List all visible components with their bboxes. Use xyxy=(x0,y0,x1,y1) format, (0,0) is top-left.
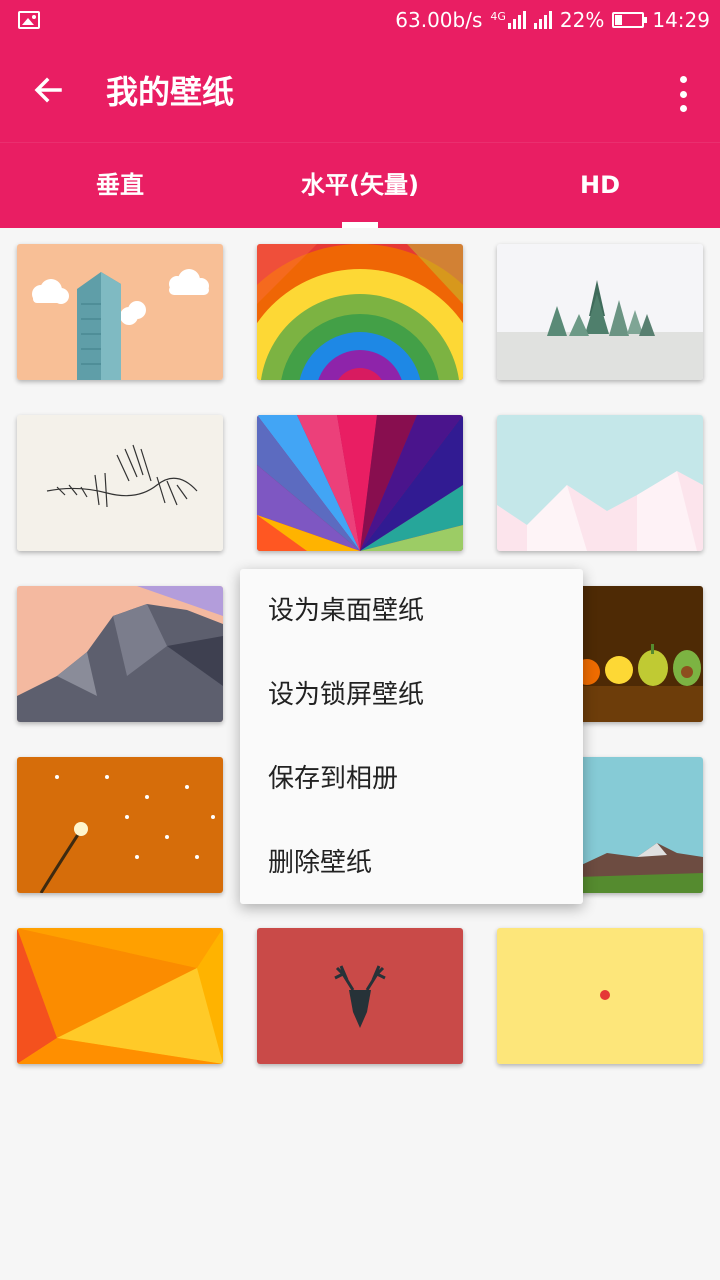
menu-item-set-home-wallpaper[interactable]: 设为桌面壁纸 xyxy=(240,569,583,653)
wallpaper-thumb[interactable] xyxy=(17,757,223,893)
menu-item-delete-wallpaper[interactable]: 删除壁纸 xyxy=(240,821,583,905)
tab-hd[interactable]: HD xyxy=(480,143,720,228)
wallpaper-thumb[interactable] xyxy=(257,928,463,1064)
battery-percent: 22% xyxy=(559,8,605,32)
wallpaper-thumb[interactable] xyxy=(17,244,223,380)
tab-bar: 垂直 水平(矢量) HD xyxy=(0,142,720,228)
context-menu: 设为桌面壁纸 设为锁屏壁纸 保存到相册 删除壁纸 xyxy=(240,569,583,904)
battery-icon xyxy=(612,12,648,28)
app-root: 63.00b/s 4G 22% 14:29 我的壁纸 垂直 水平(矢量) HD xyxy=(0,0,720,1280)
clock: 14:29 xyxy=(652,8,710,32)
wallpaper-thumb[interactable] xyxy=(257,244,463,380)
tab-vertical[interactable]: 垂直 xyxy=(0,143,240,228)
battery-fill xyxy=(615,15,622,25)
arrow-left-icon[interactable] xyxy=(28,70,68,110)
tab-horizontal-vector[interactable]: 水平(矢量) xyxy=(240,143,480,228)
network-type: 4G xyxy=(490,10,506,23)
signal-4g-icon xyxy=(507,11,526,29)
status-right: 63.00b/s 4G 22% 14:29 xyxy=(395,6,710,34)
wallpaper-thumb[interactable] xyxy=(17,586,223,722)
app-bar: 我的壁纸 xyxy=(0,40,720,142)
page-title: 我的壁纸 xyxy=(106,73,235,111)
wallpaper-thumb[interactable] xyxy=(497,415,703,551)
menu-item-save-to-album[interactable]: 保存到相册 xyxy=(240,737,583,821)
menu-item-set-lock-wallpaper[interactable]: 设为锁屏壁纸 xyxy=(240,653,583,737)
wallpaper-thumb[interactable] xyxy=(257,415,463,551)
wallpaper-thumb[interactable] xyxy=(497,244,703,380)
network-speed: 63.00b/s xyxy=(395,8,483,32)
more-vert-icon[interactable] xyxy=(668,74,698,114)
wallpaper-thumb[interactable] xyxy=(17,928,223,1064)
status-bar: 63.00b/s 4G 22% 14:29 xyxy=(0,0,720,40)
wallpaper-thumb[interactable] xyxy=(17,415,223,551)
signal-icon xyxy=(533,11,552,29)
wallpaper-thumb[interactable] xyxy=(497,928,703,1064)
image-notification-icon xyxy=(18,11,40,29)
